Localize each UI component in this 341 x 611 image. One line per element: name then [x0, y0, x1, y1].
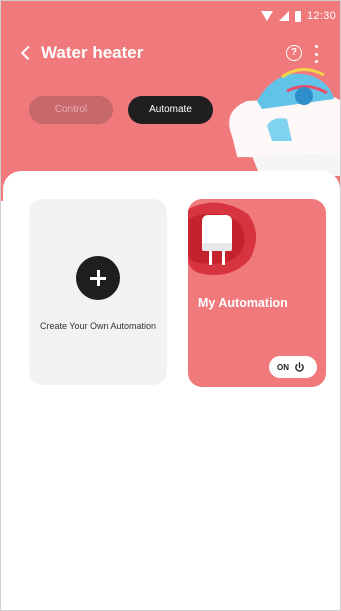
my-automation-card[interactable]: My Automation ON [188, 199, 326, 387]
status-bar: 12:30 [260, 7, 336, 25]
tab-automate[interactable]: Automate [128, 96, 213, 124]
water-heater-icon [188, 202, 257, 275]
page-title: Water heater [41, 43, 144, 62]
battery-icon [294, 10, 301, 22]
toggle-state-label: ON [277, 362, 289, 372]
create-automation-card[interactable]: Create Your Own Automation [29, 199, 167, 385]
wifi-icon [260, 11, 273, 21]
status-time: 12:30 [306, 10, 336, 22]
signal-icon [278, 11, 289, 21]
create-automation-label: Create Your Own Automation [39, 321, 157, 331]
app-screen: 12:30 Water heater ? Control Automate Cr… [0, 0, 341, 611]
back-icon[interactable] [20, 45, 36, 61]
power-icon [295, 361, 304, 372]
tab-control[interactable]: Control [29, 96, 113, 124]
automation-toggle[interactable]: ON [269, 356, 317, 378]
title-bar: Water heater [20, 43, 144, 63]
plus-icon[interactable] [76, 256, 120, 300]
my-automation-label: My Automation [198, 296, 288, 310]
